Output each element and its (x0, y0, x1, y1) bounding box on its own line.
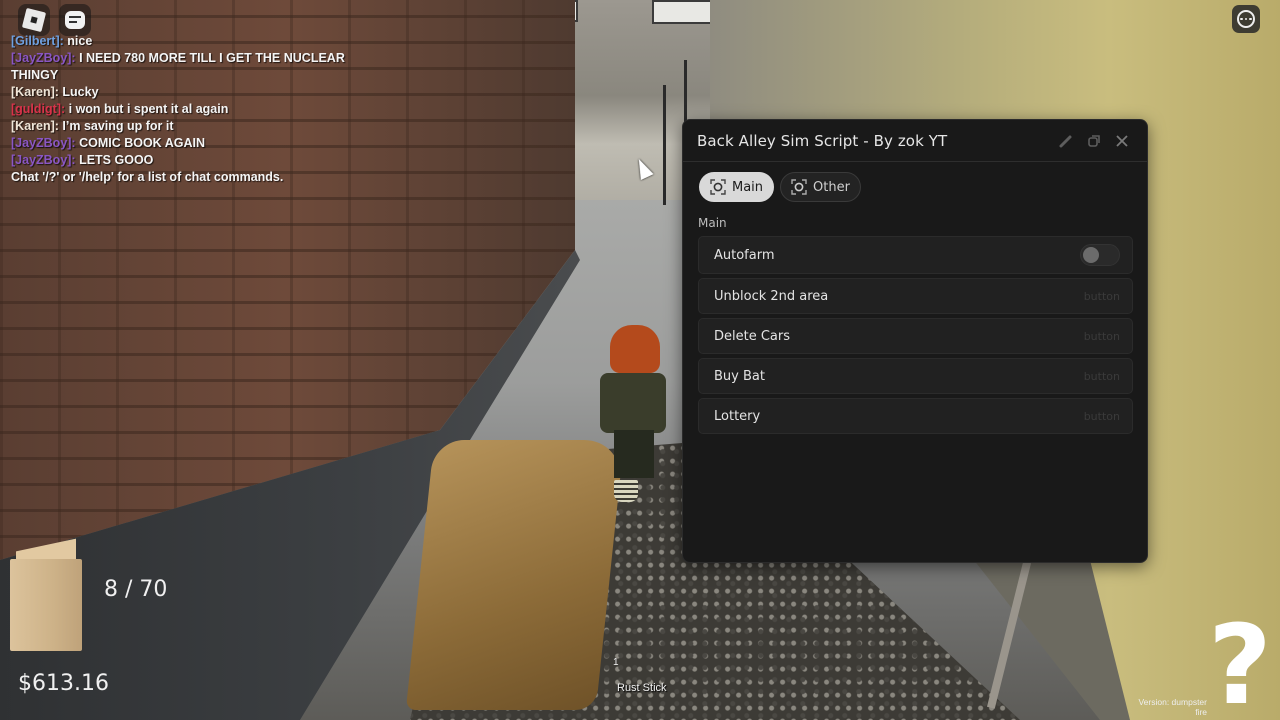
chat-text: nice (67, 34, 93, 48)
tab-bar: Main Other (683, 162, 1147, 202)
player-character (592, 325, 672, 485)
row-type-hint: button (1083, 289, 1120, 303)
chat-text: i won but i spent it al again (68, 102, 229, 116)
brush-icon[interactable] (1055, 130, 1077, 152)
toggle-knob (1083, 247, 1099, 263)
window-titlebar[interactable]: Back Alley Sim Script - By zok YT (683, 120, 1147, 162)
row-label: Autofarm (714, 247, 775, 263)
row-type-hint: button (1083, 329, 1120, 343)
row-label: Delete Cars (714, 328, 791, 344)
roblox-logo-icon (21, 7, 47, 33)
delete-cars-button[interactable]: Delete Cars button (698, 318, 1133, 354)
chat-message: [Karen]: I’m saving up for it (11, 118, 351, 135)
chat-icon (65, 11, 85, 29)
character-body (600, 373, 666, 433)
chat-toggle-button[interactable] (59, 4, 91, 36)
tab-label: Other (813, 179, 850, 195)
chat-sender[interactable]: [Karen]: (11, 119, 59, 133)
close-icon[interactable] (1111, 130, 1133, 152)
unblock-2nd-area-button[interactable]: Unblock 2nd area button (698, 278, 1133, 314)
tab-other[interactable]: Other (780, 172, 861, 202)
chat-sender[interactable]: [JayZBoy]: (11, 136, 76, 150)
hotbar-item-rust-stick[interactable]: Rust Stick (617, 682, 667, 694)
bag-body (10, 559, 82, 651)
restore-icon[interactable] (1083, 130, 1105, 152)
chat-sender[interactable]: [guldigt]: (11, 102, 65, 116)
chat-sender[interactable]: [Karen]: (11, 85, 59, 99)
chat-message: [JayZBoy]: COMIC BOOK AGAIN (11, 135, 351, 152)
chat-text: LETS GOOO (79, 153, 154, 167)
autofarm-toggle-row[interactable]: Autofarm (698, 236, 1133, 274)
chat-message: [JayZBoy]: LETS GOOO (11, 152, 351, 169)
lottery-button[interactable]: Lottery button (698, 398, 1133, 434)
chat-text: COMIC BOOK AGAIN (79, 136, 205, 150)
row-type-hint: button (1083, 409, 1120, 423)
script-window: Back Alley Sim Script - By zok YT Main O… (682, 119, 1148, 563)
bag-capacity: 8 / 70 (104, 577, 168, 602)
row-label: Unblock 2nd area (714, 288, 829, 304)
buy-bat-button[interactable]: Buy Bat button (698, 358, 1133, 394)
hotbar-slot-number: 1 (613, 657, 619, 668)
chat-sender[interactable]: [Gilbert]: (11, 34, 64, 48)
lamp-post (663, 85, 666, 205)
tab-label: Main (732, 179, 764, 195)
chat-text: Lucky (62, 85, 99, 99)
character-legs (614, 430, 654, 478)
chat-text: I’m saving up for it (62, 119, 174, 133)
more-options-icon (1237, 10, 1255, 28)
options-list: Autofarm Unblock 2nd area button Delete … (683, 236, 1147, 434)
chat-sender[interactable]: [JayZBoy]: (11, 153, 76, 167)
chat-message: [JayZBoy]: I NEED 780 MORE TILL I GET TH… (11, 50, 351, 84)
row-type-hint: button (1083, 369, 1120, 383)
roblox-menu-button[interactable] (18, 4, 50, 36)
chat-system-message: Chat '/?' or '/help' for a list of chat … (11, 170, 284, 184)
chat-log: [Gilbert]: nice [JayZBoy]: I NEED 780 MOR… (11, 33, 351, 186)
trash-can-icon[interactable] (614, 480, 638, 502)
character-hair (610, 325, 660, 373)
chat-message: [Gilbert]: nice (11, 33, 351, 50)
window-title: Back Alley Sim Script - By zok YT (697, 131, 948, 150)
section-title: Main (698, 216, 727, 230)
chat-message: [guldigt]: i won but i spent it al again (11, 101, 351, 118)
autofarm-toggle[interactable] (1080, 244, 1120, 266)
money-display: $613.16 (18, 671, 109, 696)
chat-message: [Karen]: Lucky (11, 84, 351, 101)
building-window (652, 0, 718, 24)
target-icon (710, 179, 726, 195)
target-icon (791, 179, 807, 195)
chat-sender[interactable]: [JayZBoy]: (11, 51, 76, 65)
version-label: Version: dumpster fire (1138, 697, 1207, 717)
row-label: Lottery (714, 408, 761, 424)
tab-main[interactable]: Main (699, 172, 775, 202)
help-question-icon[interactable]: ? (1208, 610, 1272, 720)
paper-bag-icon (8, 538, 82, 653)
more-options-button[interactable] (1232, 5, 1260, 33)
row-label: Buy Bat (714, 368, 765, 384)
